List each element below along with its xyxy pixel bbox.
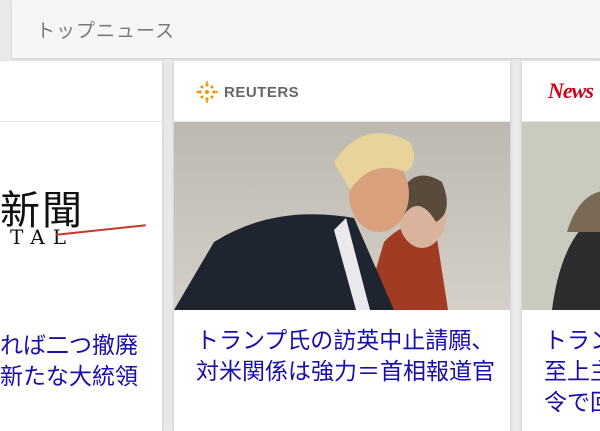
reuters-logo-icon	[196, 81, 218, 103]
news-source-logo: News	[548, 78, 594, 103]
card-source-header: REUTERS	[174, 61, 510, 122]
card-headline-link[interactable]: れば二つ撤廃 新たな大統領	[0, 331, 160, 393]
news-card-right[interactable]: News トラン 至上主 令で回	[522, 61, 600, 431]
news-photo-image	[174, 122, 510, 310]
news-photo[interactable]	[174, 122, 510, 310]
top-news-header: トップニュース	[12, 0, 600, 58]
card-source-header: News	[522, 61, 600, 122]
news-card-reuters[interactable]: REUTERS トランプ氏の訪英中止請願、対米関係は強力＝首相報道官	[174, 61, 510, 431]
news-photo[interactable]	[522, 122, 600, 310]
card-source-header	[0, 61, 162, 122]
newspaper-logo-subtext: TAL	[10, 225, 74, 249]
news-photo-image	[522, 122, 600, 310]
source-name: REUTERS	[224, 84, 300, 101]
news-card-left[interactable]: 新聞 TAL れば二つ撤廃 新たな大統領	[0, 61, 162, 431]
section-title: トップニュース	[36, 20, 176, 42]
card-headline-link[interactable]: トラン 至上主 令で回	[544, 326, 600, 419]
newspaper-logo-image: 新聞 TAL	[0, 122, 162, 310]
card-headline-link[interactable]: トランプ氏の訪英中止請願、対米関係は強力＝首相報道官	[196, 326, 496, 388]
